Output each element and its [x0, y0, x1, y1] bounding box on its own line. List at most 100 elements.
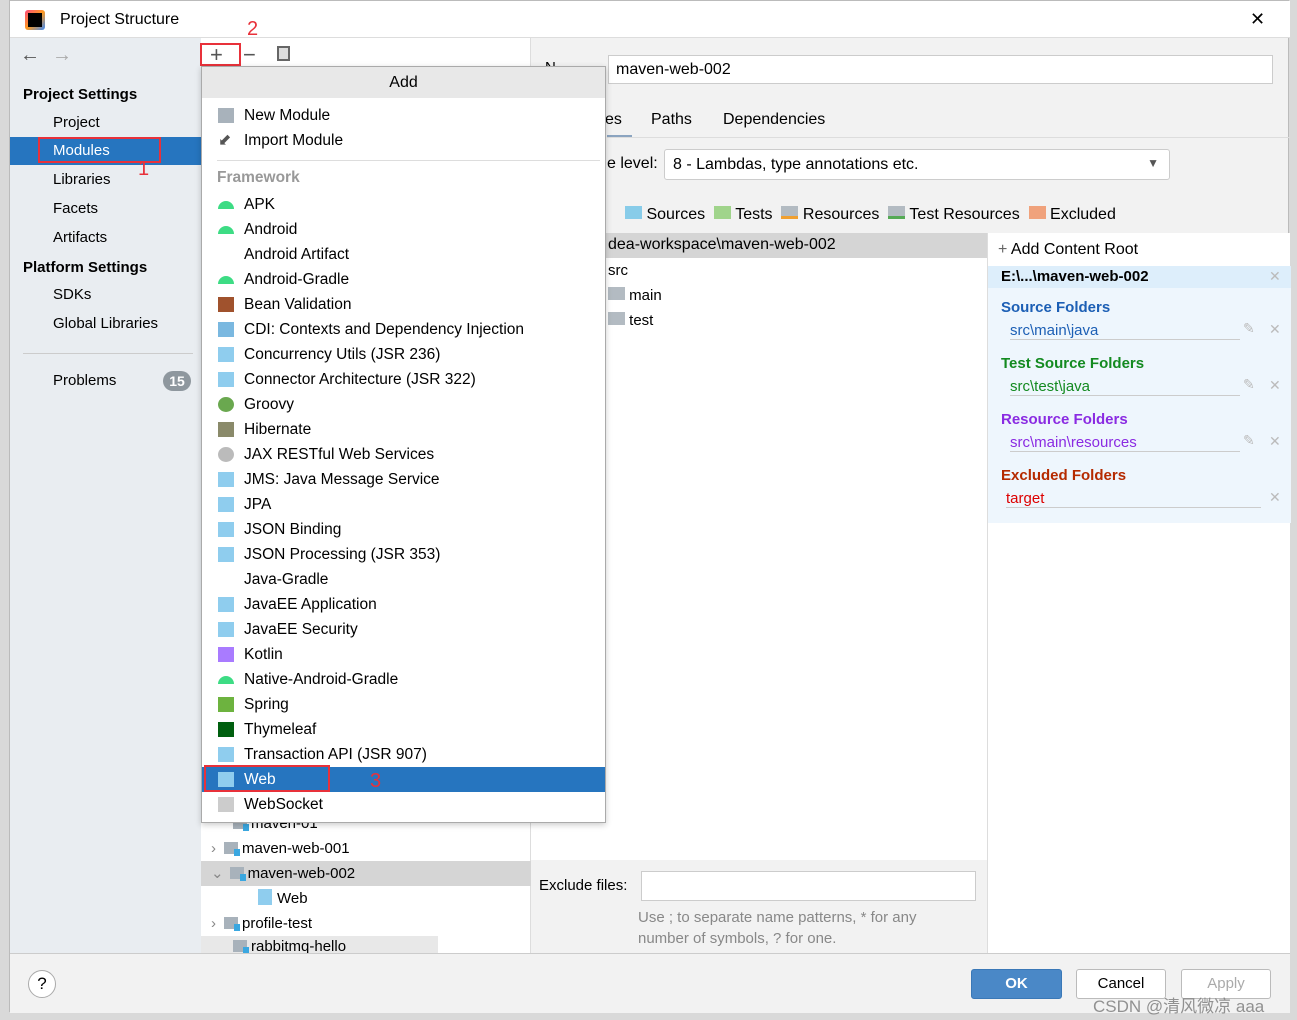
- menu-item-java-gradle[interactable]: Java-Gradle: [202, 567, 605, 592]
- remove-icon[interactable]: ✕: [1269, 433, 1281, 450]
- tab-dependencies[interactable]: Dependencies: [723, 111, 825, 129]
- exclude-files-input[interactable]: [641, 871, 976, 901]
- copy-icon[interactable]: [277, 46, 290, 61]
- tab-paths[interactable]: Paths: [651, 111, 692, 129]
- annotation-1: 1: [138, 158, 150, 180]
- groovy-icon: [218, 397, 234, 412]
- excluded-folder-path: target: [1006, 490, 1261, 508]
- add-content-root-button[interactable]: + Add Content Root: [998, 241, 1138, 259]
- footer: ? OK Cancel Apply CSDN @清风微凉 aaa: [10, 953, 1290, 1016]
- mark-sources-button[interactable]: Sources: [625, 206, 705, 223]
- test-folder-path: src\test\java: [1010, 378, 1240, 396]
- menu-item-native-android-gradle[interactable]: Native-Android-Gradle: [202, 667, 605, 692]
- remove-icon[interactable]: ✕: [1269, 377, 1281, 394]
- import-icon: ⬋: [218, 132, 232, 149]
- cdi-icon: [218, 322, 234, 337]
- name-input[interactable]: maven-web-002: [608, 55, 1273, 84]
- thymeleaf-icon: [218, 722, 234, 737]
- menu-item-android-gradle[interactable]: Android-Gradle: [202, 267, 605, 292]
- remove-button[interactable]: −: [243, 42, 256, 68]
- tree-item[interactable]: › maven-web-001: [201, 836, 531, 861]
- edit-icon[interactable]: ✎: [1243, 432, 1255, 449]
- folder-src[interactable]: src: [608, 262, 628, 279]
- forward-button[interactable]: →: [52, 44, 72, 67]
- menu-item-cdi-contexts-and-dependency-injection[interactable]: CDI: Contexts and Dependency Injection: [202, 317, 605, 342]
- folder-icon: [608, 312, 625, 325]
- menu-item-jpa[interactable]: JPA: [202, 492, 605, 517]
- menu-item-bean-validation[interactable]: Bean Validation: [202, 292, 605, 317]
- sidebar-item-artifacts[interactable]: Artifacts: [10, 224, 201, 252]
- javaee-icon: [218, 547, 234, 562]
- close-button[interactable]: ✕: [1250, 9, 1265, 30]
- sidebar-item-facets[interactable]: Facets: [10, 195, 201, 223]
- problems-count-badge: 15: [163, 371, 191, 391]
- remove-icon[interactable]: ✕: [1269, 489, 1281, 506]
- chevron-right-icon[interactable]: ›: [211, 840, 216, 857]
- module-icon: [224, 917, 240, 931]
- menu-item-import-module[interactable]: ⬋ Import Module: [202, 128, 605, 153]
- folder-test[interactable]: test: [608, 312, 653, 329]
- menu-item-hibernate[interactable]: Hibernate: [202, 417, 605, 442]
- menu-item-spring[interactable]: Spring: [202, 692, 605, 717]
- language-level-select[interactable]: 8 - Lambdas, type annotations etc. ▼: [664, 149, 1170, 180]
- remove-root-icon[interactable]: ✕: [1269, 268, 1281, 285]
- tab-sources[interactable]: es: [605, 111, 622, 129]
- tree-item-selected[interactable]: ⌄ maven-web-002: [201, 861, 531, 886]
- content-root-path: E:\...\maven-web-002: [1001, 268, 1149, 285]
- menu-item-groovy[interactable]: Groovy: [202, 392, 605, 417]
- back-button[interactable]: ←: [20, 44, 40, 67]
- window-title: Project Structure: [60, 11, 180, 28]
- menu-item-apk[interactable]: APK: [202, 192, 605, 217]
- edit-icon[interactable]: ✎: [1243, 376, 1255, 393]
- source-folder-path: src\main\java: [1010, 322, 1240, 340]
- tree-item[interactable]: rabbitmq-hello: [201, 936, 438, 953]
- menu-item-concurrency-utils-jsr-236[interactable]: Concurrency Utils (JSR 236): [202, 342, 605, 367]
- sidebar-item-project[interactable]: Project: [10, 109, 201, 137]
- exclude-files-label: Exclude files:: [539, 877, 628, 894]
- menu-item-kotlin[interactable]: Kotlin: [202, 642, 605, 667]
- javaee-icon: [218, 622, 234, 637]
- menu-item-javaee-security[interactable]: JavaEE Security: [202, 617, 605, 642]
- menu-item-thymeleaf[interactable]: Thymeleaf: [202, 717, 605, 742]
- menu-item-android-artifact[interactable]: Android Artifact: [202, 242, 605, 267]
- divider: [23, 353, 193, 354]
- folder-main[interactable]: main: [608, 287, 662, 304]
- sidebar-item-sdks[interactable]: SDKs: [10, 281, 201, 309]
- module-icon: [233, 940, 249, 953]
- module-icon: [224, 842, 240, 856]
- menu-item-new-module[interactable]: New Module: [202, 103, 605, 128]
- javaee-icon: [218, 747, 234, 762]
- menu-item-jax-restful-web-services[interactable]: JAX RESTful Web Services: [202, 442, 605, 467]
- sidebar-item-libraries[interactable]: Libraries: [10, 166, 201, 194]
- menu-item-connector-architecture-jsr-322[interactable]: Connector Architecture (JSR 322): [202, 367, 605, 392]
- tree-item[interactable]: Web: [201, 886, 531, 911]
- chevron-down-icon[interactable]: ⌄: [211, 865, 224, 882]
- sidebar-item-global-libraries[interactable]: Global Libraries: [10, 310, 201, 338]
- menu-item-transaction-api-jsr-907[interactable]: Transaction API (JSR 907): [202, 742, 605, 767]
- ok-button[interactable]: OK: [971, 969, 1062, 999]
- tree-item[interactable]: › profile-test: [201, 911, 531, 936]
- remove-icon[interactable]: ✕: [1269, 321, 1281, 338]
- resource-folders-heading: Resource Folders: [1001, 411, 1128, 428]
- edit-icon[interactable]: ✎: [1243, 320, 1255, 337]
- spring-icon: [218, 697, 234, 712]
- chevron-right-icon[interactable]: ›: [211, 915, 216, 932]
- mark-resources-button[interactable]: Resources: [781, 206, 879, 223]
- menu-item-json-processing-jsr-353[interactable]: JSON Processing (JSR 353): [202, 542, 605, 567]
- hibernate-icon: [218, 422, 234, 437]
- menu-item-javaee-application[interactable]: JavaEE Application: [202, 592, 605, 617]
- divider: [217, 160, 600, 161]
- mark-excluded-button[interactable]: Excluded: [1028, 206, 1116, 223]
- mark-tests-button[interactable]: Tests: [714, 206, 773, 223]
- mark-test-resources-button[interactable]: Test Resources: [888, 206, 1020, 223]
- popup-title: Add: [202, 67, 605, 98]
- help-button[interactable]: ?: [28, 970, 56, 998]
- menu-item-json-binding[interactable]: JSON Binding: [202, 517, 605, 542]
- divider: [607, 137, 1290, 138]
- framework-section-label: Framework: [217, 169, 300, 186]
- menu-item-jms-java-message-service[interactable]: JMS: Java Message Service: [202, 467, 605, 492]
- platform-settings-heading: Platform Settings: [23, 259, 148, 276]
- menu-item-android[interactable]: Android: [202, 217, 605, 242]
- title-bar: Project Structure ✕: [10, 1, 1290, 38]
- menu-item-websocket[interactable]: WebSocket: [202, 792, 605, 817]
